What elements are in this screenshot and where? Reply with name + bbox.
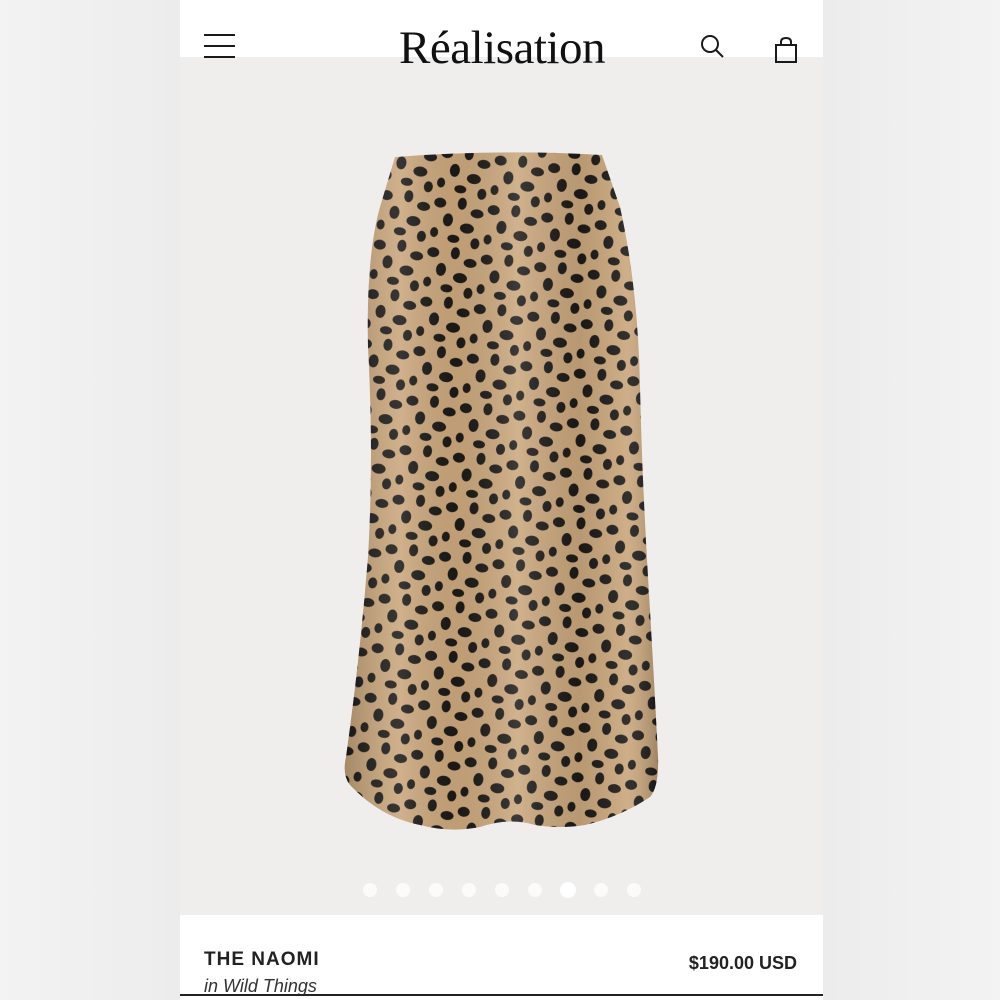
background-right bbox=[823, 0, 1000, 1000]
carousel-dot[interactable] bbox=[395, 883, 410, 897]
carousel-dot[interactable] bbox=[494, 883, 509, 897]
carousel-dot[interactable] bbox=[461, 883, 476, 897]
divider bbox=[180, 994, 823, 996]
carousel-dot[interactable] bbox=[593, 883, 608, 897]
carousel-dot[interactable] bbox=[362, 883, 377, 897]
search-icon[interactable] bbox=[700, 34, 726, 60]
carousel-dot[interactable] bbox=[527, 883, 542, 897]
product-price: $190.00 USD bbox=[688, 953, 797, 973]
shopping-bag-icon[interactable] bbox=[774, 36, 798, 64]
product-name[interactable]: THE NAOMI bbox=[204, 949, 320, 971]
product-image bbox=[344, 152, 659, 830]
hamburger-menu-icon[interactable] bbox=[204, 32, 236, 62]
carousel-dot[interactable] bbox=[626, 883, 641, 897]
site-header: Réalisation bbox=[180, 0, 823, 74]
brand-logo[interactable]: Réalisation bbox=[340, 22, 664, 74]
product-image-gallery[interactable] bbox=[180, 57, 823, 915]
carousel-dot-active[interactable] bbox=[560, 883, 575, 897]
background-left bbox=[0, 0, 180, 1000]
product-info: THE NAOMI in Wild Things $190.00 USD bbox=[180, 915, 823, 1000]
carousel-dot[interactable] bbox=[428, 883, 443, 897]
carousel-dots bbox=[180, 883, 823, 901]
mobile-screen: Réalisation THE NAOMI in Wild Things $19… bbox=[180, 0, 823, 1000]
